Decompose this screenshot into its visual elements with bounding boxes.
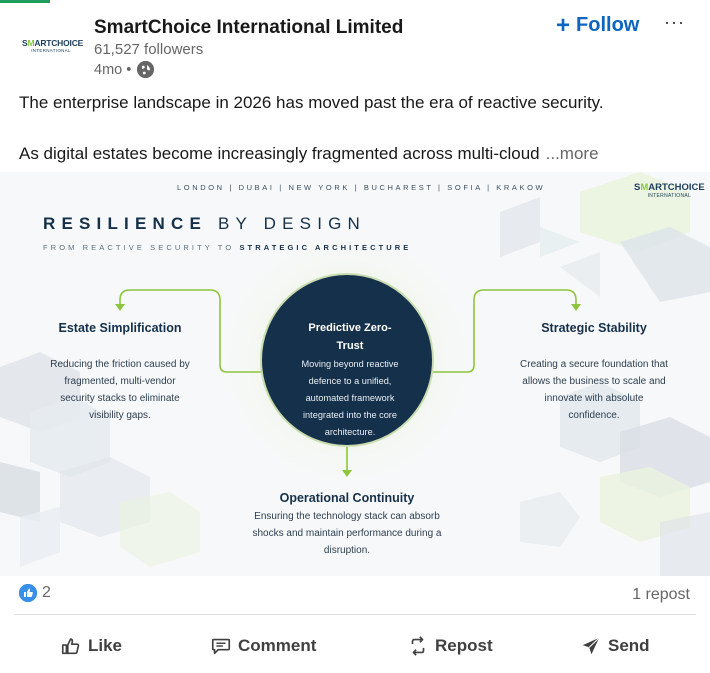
follow-button[interactable]: + Follow — [556, 11, 639, 39]
globe-icon — [137, 61, 155, 78]
more-options-icon[interactable]: ··· — [664, 12, 685, 33]
thumbs-up-icon — [61, 638, 80, 655]
like-reaction-icon — [19, 584, 37, 602]
like-button[interactable]: Like — [60, 624, 122, 668]
comment-button[interactable]: Comment — [210, 624, 316, 668]
pillar-right-text: Creating a secure foundation that allows… — [520, 359, 668, 421]
post-text-line2: As digital estates become increasingly f… — [19, 144, 599, 163]
repost-count[interactable]: 1 repost — [632, 586, 690, 604]
post-image-infographic[interactable]: LONDON | DUBAI | NEW YORK | BUCHAREST | … — [0, 172, 710, 576]
pillar-center-text: Moving beyond reactive defence to a unif… — [301, 359, 399, 437]
pillar-left-title: Estate Simplification — [58, 321, 182, 335]
send-button[interactable]: Send — [580, 624, 650, 668]
divider — [14, 614, 696, 615]
post-meta: 4mo • — [94, 61, 155, 78]
pillar-bottom-title: Operational Continuity — [279, 491, 415, 505]
pillar-right-title: Strategic Stability — [541, 321, 647, 335]
repost-button[interactable]: Repost — [407, 624, 493, 668]
post-age: 4mo • — [94, 61, 132, 78]
pillar-center-title: Predictive Zero- Trust — [308, 322, 392, 352]
see-more-link[interactable]: ...more — [546, 144, 599, 163]
action-bar: Like Comment Repost Send — [0, 624, 710, 668]
comment-icon — [211, 638, 231, 655]
post-header: SMARTCHOICE INTERNATIONAL SmartChoice In… — [0, 0, 710, 90]
pillar-left-text: Reducing the friction caused by fragment… — [50, 359, 190, 421]
graphic-subtitle: FROM REACTIVE SECURITY TO STRATEGIC ARCH… — [43, 243, 412, 252]
company-logo[interactable]: SMARTCHOICE INTERNATIONAL — [22, 38, 83, 60]
send-icon — [582, 637, 600, 655]
plus-icon: + — [556, 11, 571, 39]
company-name[interactable]: SmartChoice International Limited — [94, 17, 403, 39]
reaction-summary[interactable]: 2 — [19, 584, 51, 602]
repost-icon — [411, 636, 425, 656]
graphic-title: RESILIENCE BY DESIGN — [43, 214, 367, 233]
pillar-bottom-text: Ensuring the technology stack can absorb… — [252, 511, 442, 556]
office-cities: LONDON | DUBAI | NEW YORK | BUCHAREST | … — [177, 183, 546, 192]
reaction-count: 2 — [42, 584, 51, 601]
post-text-line1: The enterprise landscape in 2026 has mov… — [19, 93, 604, 112]
follower-count: 61,527 followers — [94, 41, 204, 58]
graphic-logo: SMARTCHOICE INTERNATIONAL — [634, 182, 705, 199]
